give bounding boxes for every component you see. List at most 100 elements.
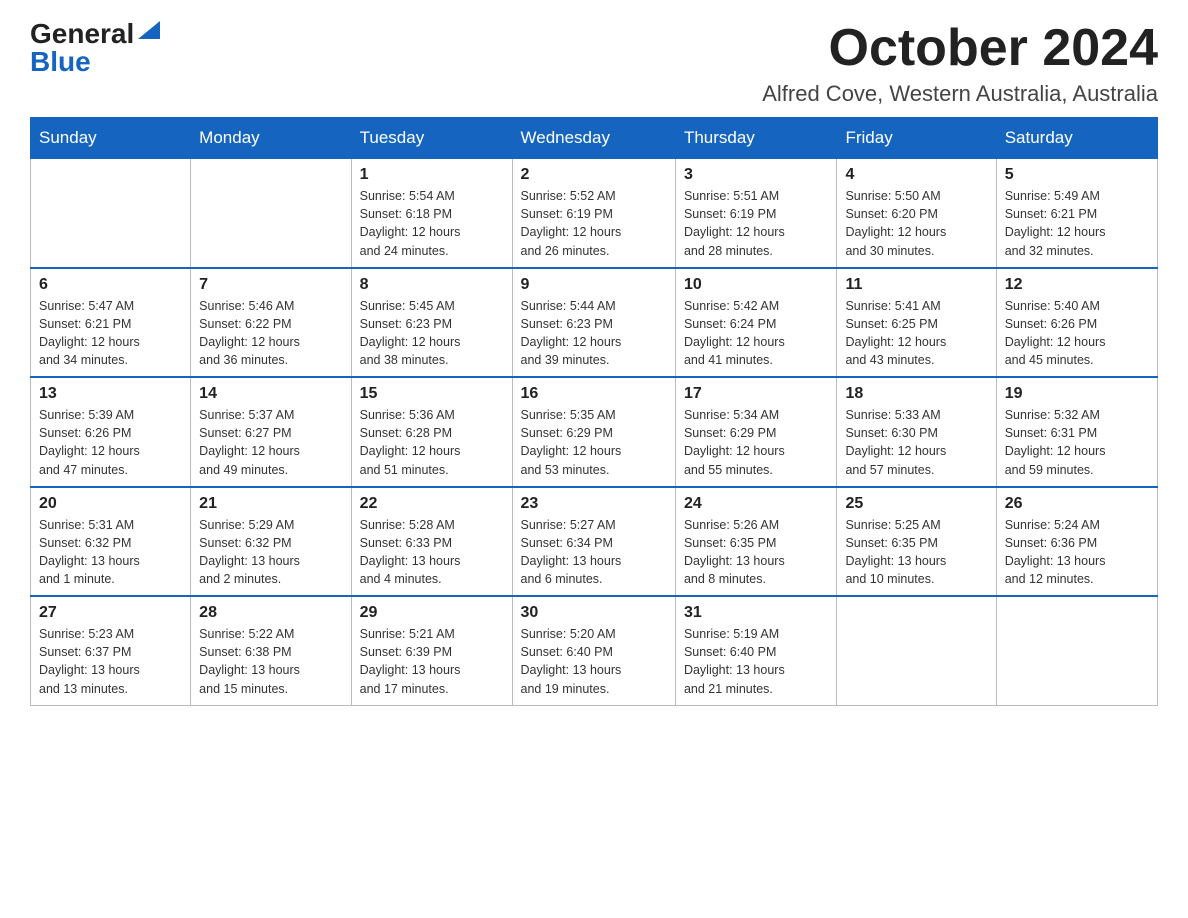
calendar-week-row: 1Sunrise: 5:54 AM Sunset: 6:18 PM Daylig… [31,159,1158,268]
calendar-cell: 24 Sunrise: 5:26 AM Sunset: 6:35 PM Dayli… [675,487,837,597]
day-number: 14 [199,385,342,403]
calendar-cell: 18Sunrise: 5:33 AM Sunset: 6:30 PM Dayli… [837,377,996,487]
day-info: Sunrise: 5:41 AM Sunset: 6:25 PM Dayligh… [845,297,987,370]
calendar-header-monday: Monday [191,118,351,159]
calendar-week-row: 6 Sunrise: 5:47 AM Sunset: 6:21 PM Daylig… [31,268,1158,378]
day-info: Sunrise: 5:28 AM Sunset: 6:33 PM Dayligh… [360,516,504,589]
day-info: Sunrise: 5:49 AM Sunset: 6:21 PM Dayligh… [1005,187,1149,260]
calendar-week-row: 27 Sunrise: 5:23 AM Sunset: 6:37 PM Dayli… [31,596,1158,705]
calendar-cell: 23 Sunrise: 5:27 AM Sunset: 6:34 PM Dayli… [512,487,675,597]
calendar-cell: 17 Sunrise: 5:34 AM Sunset: 6:29 PM Dayli… [675,377,837,487]
calendar-header-row: SundayMondayTuesdayWednesdayThursdayFrid… [31,118,1158,159]
day-number: 3 [684,166,829,184]
calendar-cell: 13 Sunrise: 5:39 AM Sunset: 6:26 PM Dayli… [31,377,191,487]
day-number: 28 [199,604,342,622]
day-info: Sunrise: 5:45 AM Sunset: 6:23 PM Dayligh… [360,297,504,370]
calendar-week-row: 20 Sunrise: 5:31 AM Sunset: 6:32 PM Dayli… [31,487,1158,597]
calendar-header-wednesday: Wednesday [512,118,675,159]
day-number: 17 [684,385,829,403]
calendar-cell: 10Sunrise: 5:42 AM Sunset: 6:24 PM Dayli… [675,268,837,378]
day-info: Sunrise: 5:24 AM Sunset: 6:36 PM Dayligh… [1005,516,1149,589]
location-title: Alfred Cove, Western Australia, Australi… [762,81,1158,107]
calendar-cell: 27 Sunrise: 5:23 AM Sunset: 6:37 PM Dayli… [31,596,191,705]
day-number: 9 [521,276,667,294]
day-number: 8 [360,276,504,294]
calendar-cell: 14 Sunrise: 5:37 AM Sunset: 6:27 PM Dayli… [191,377,351,487]
day-number: 29 [360,604,504,622]
logo-blue: Blue [30,48,91,76]
logo: General Blue [30,20,160,76]
day-number: 22 [360,495,504,513]
calendar-header-tuesday: Tuesday [351,118,512,159]
calendar-header-sunday: Sunday [31,118,191,159]
day-number: 4 [845,166,987,184]
calendar-cell: 30 Sunrise: 5:20 AM Sunset: 6:40 PM Dayli… [512,596,675,705]
day-info: Sunrise: 5:19 AM Sunset: 6:40 PM Dayligh… [684,625,829,698]
calendar-cell: 19 Sunrise: 5:32 AM Sunset: 6:31 PM Dayli… [996,377,1157,487]
calendar-cell: 11 Sunrise: 5:41 AM Sunset: 6:25 PM Dayli… [837,268,996,378]
day-info: Sunrise: 5:35 AM Sunset: 6:29 PM Dayligh… [521,406,667,479]
day-info: Sunrise: 5:40 AM Sunset: 6:26 PM Dayligh… [1005,297,1149,370]
day-number: 13 [39,385,182,403]
calendar-cell: 22 Sunrise: 5:28 AM Sunset: 6:33 PM Dayli… [351,487,512,597]
day-info: Sunrise: 5:23 AM Sunset: 6:37 PM Dayligh… [39,625,182,698]
calendar-cell: 1Sunrise: 5:54 AM Sunset: 6:18 PM Daylig… [351,159,512,268]
day-info: Sunrise: 5:32 AM Sunset: 6:31 PM Dayligh… [1005,406,1149,479]
calendar-cell: 9 Sunrise: 5:44 AM Sunset: 6:23 PM Daylig… [512,268,675,378]
calendar-cell: 26Sunrise: 5:24 AM Sunset: 6:36 PM Dayli… [996,487,1157,597]
day-number: 31 [684,604,829,622]
calendar-table: SundayMondayTuesdayWednesdayThursdayFrid… [30,117,1158,706]
day-number: 6 [39,276,182,294]
day-info: Sunrise: 5:51 AM Sunset: 6:19 PM Dayligh… [684,187,829,260]
calendar-cell: 5Sunrise: 5:49 AM Sunset: 6:21 PM Daylig… [996,159,1157,268]
day-info: Sunrise: 5:44 AM Sunset: 6:23 PM Dayligh… [521,297,667,370]
day-info: Sunrise: 5:33 AM Sunset: 6:30 PM Dayligh… [845,406,987,479]
day-number: 19 [1005,385,1149,403]
day-info: Sunrise: 5:27 AM Sunset: 6:34 PM Dayligh… [521,516,667,589]
logo-triangle-icon [138,21,160,39]
day-number: 2 [521,166,667,184]
calendar-cell: 21Sunrise: 5:29 AM Sunset: 6:32 PM Dayli… [191,487,351,597]
day-info: Sunrise: 5:21 AM Sunset: 6:39 PM Dayligh… [360,625,504,698]
calendar-cell: 25Sunrise: 5:25 AM Sunset: 6:35 PM Dayli… [837,487,996,597]
day-number: 21 [199,495,342,513]
day-number: 16 [521,385,667,403]
day-number: 7 [199,276,342,294]
day-info: Sunrise: 5:47 AM Sunset: 6:21 PM Dayligh… [39,297,182,370]
day-info: Sunrise: 5:39 AM Sunset: 6:26 PM Dayligh… [39,406,182,479]
day-info: Sunrise: 5:22 AM Sunset: 6:38 PM Dayligh… [199,625,342,698]
page-header: General Blue October 2024 Alfred Cove, W… [30,20,1158,107]
calendar-cell: 15Sunrise: 5:36 AM Sunset: 6:28 PM Dayli… [351,377,512,487]
calendar-cell: 4 Sunrise: 5:50 AM Sunset: 6:20 PM Daylig… [837,159,996,268]
title-section: October 2024 Alfred Cove, Western Austra… [762,20,1158,107]
calendar-header-friday: Friday [837,118,996,159]
calendar-cell [996,596,1157,705]
day-info: Sunrise: 5:26 AM Sunset: 6:35 PM Dayligh… [684,516,829,589]
calendar-cell: 31 Sunrise: 5:19 AM Sunset: 6:40 PM Dayli… [675,596,837,705]
calendar-cell [191,159,351,268]
calendar-header-saturday: Saturday [996,118,1157,159]
calendar-cell: 2Sunrise: 5:52 AM Sunset: 6:19 PM Daylig… [512,159,675,268]
day-number: 11 [845,276,987,294]
day-info: Sunrise: 5:54 AM Sunset: 6:18 PM Dayligh… [360,187,504,260]
day-info: Sunrise: 5:34 AM Sunset: 6:29 PM Dayligh… [684,406,829,479]
day-info: Sunrise: 5:46 AM Sunset: 6:22 PM Dayligh… [199,297,342,370]
day-info: Sunrise: 5:20 AM Sunset: 6:40 PM Dayligh… [521,625,667,698]
logo-general: General [30,20,134,48]
day-number: 24 [684,495,829,513]
calendar-cell [837,596,996,705]
day-number: 27 [39,604,182,622]
calendar-cell: 3 Sunrise: 5:51 AM Sunset: 6:19 PM Daylig… [675,159,837,268]
calendar-cell: 28 Sunrise: 5:22 AM Sunset: 6:38 PM Dayli… [191,596,351,705]
day-number: 15 [360,385,504,403]
day-info: Sunrise: 5:37 AM Sunset: 6:27 PM Dayligh… [199,406,342,479]
calendar-cell: 8 Sunrise: 5:45 AM Sunset: 6:23 PM Daylig… [351,268,512,378]
day-number: 12 [1005,276,1149,294]
month-title: October 2024 [762,20,1158,77]
calendar-cell: 6 Sunrise: 5:47 AM Sunset: 6:21 PM Daylig… [31,268,191,378]
day-info: Sunrise: 5:31 AM Sunset: 6:32 PM Dayligh… [39,516,182,589]
day-info: Sunrise: 5:50 AM Sunset: 6:20 PM Dayligh… [845,187,987,260]
day-number: 23 [521,495,667,513]
day-number: 20 [39,495,182,513]
day-number: 30 [521,604,667,622]
